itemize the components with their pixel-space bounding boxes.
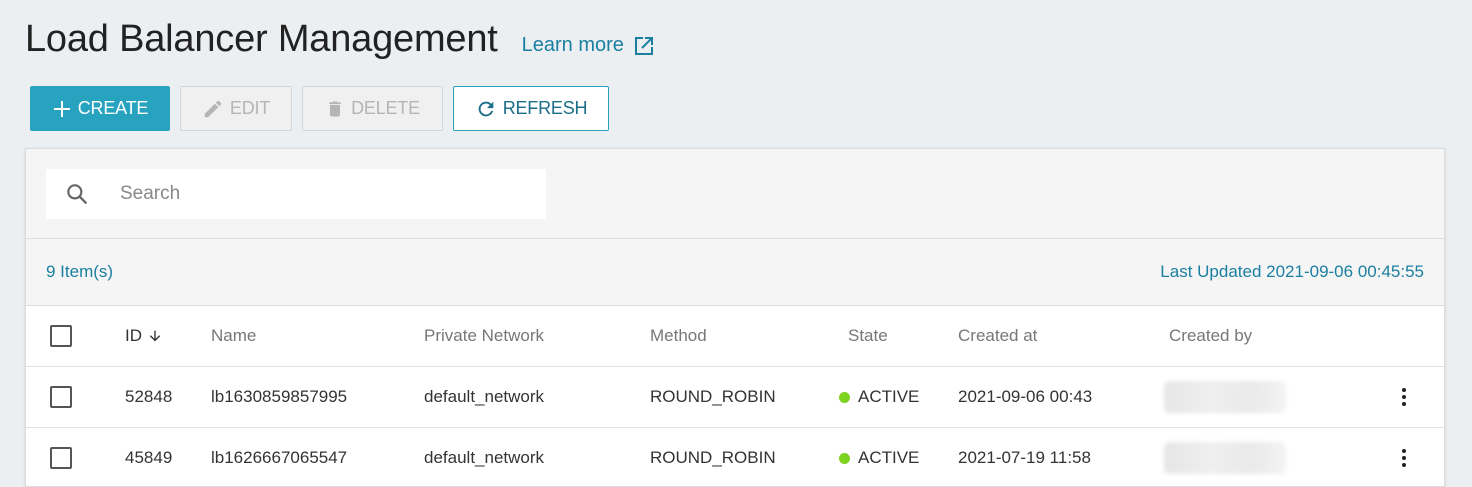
table-row[interactable]: 45849 lb1626667065547 default_network RO…	[26, 428, 1444, 487]
column-header-method[interactable]: Method	[650, 326, 707, 346]
row-created-by-redacted	[1164, 381, 1286, 413]
status-dot	[839, 452, 850, 464]
row-state-label: ACTIVE	[858, 387, 920, 406]
external-link-icon	[634, 36, 653, 55]
row-name: lb1626667065547	[211, 448, 348, 467]
status-dot	[839, 391, 850, 403]
refresh-icon	[478, 101, 494, 116]
trash-icon	[329, 101, 341, 116]
row-created-at: 2021-07-19 11:58	[958, 448, 1091, 467]
refresh-button[interactable]: REFRESH	[453, 86, 609, 131]
row-created-at: 2021-09-06 00:43	[958, 387, 1093, 406]
row-state: ACTIVE	[839, 448, 919, 468]
refresh-label: REFRESH	[502, 98, 588, 118]
load-balancer-table: ID Name Private Network Method State Cre…	[26, 306, 1444, 487]
toolbar: CREATE EDIT DELETE REFRESH	[30, 86, 609, 131]
kebab-menu-icon[interactable]	[1398, 384, 1410, 410]
search-icon	[67, 184, 87, 204]
filter-area	[26, 149, 1444, 239]
delete-label: DELETE	[351, 98, 420, 118]
edit-label: EDIT	[229, 98, 271, 118]
plus-icon	[53, 100, 70, 117]
learn-more-link[interactable]: Learn more	[522, 34, 656, 58]
kebab-menu-icon[interactable]	[1398, 445, 1410, 471]
item-count: 9 Item(s)	[46, 262, 114, 281]
table-header-row: ID Name Private Network Method State Cre…	[26, 306, 1444, 367]
arrow-down-icon	[149, 330, 161, 342]
row-method: ROUND_ROBIN	[650, 387, 776, 406]
search-box	[46, 169, 546, 219]
table-row[interactable]: 52848 lb1630859857995 default_network RO…	[26, 367, 1444, 428]
create-label: CREATE	[77, 98, 149, 118]
learn-more-label: Learn more	[521, 34, 624, 56]
row-id: 52848	[125, 387, 173, 406]
row-state: ACTIVE	[839, 387, 919, 407]
page-title: Load Balancer Management	[25, 18, 498, 60]
column-header-state[interactable]: State	[848, 326, 888, 346]
column-header-created-by[interactable]: Created by	[1169, 326, 1252, 346]
row-id: 45849	[125, 448, 173, 467]
row-checkbox[interactable]	[50, 447, 72, 469]
delete-button[interactable]: DELETE	[302, 86, 443, 131]
row-state-label: ACTIVE	[858, 448, 920, 467]
row-name: lb1630859857995	[211, 387, 348, 406]
select-all-checkbox[interactable]	[50, 325, 72, 347]
row-network: default_network	[424, 448, 545, 467]
row-created-by-redacted	[1164, 442, 1286, 474]
last-updated: Last Updated 2021-09-06 00:45:55	[1160, 262, 1424, 281]
column-header-network[interactable]: Private Network	[424, 326, 544, 346]
page-header: Load Balancer Management Learn more	[25, 18, 656, 61]
column-header-created-at[interactable]: Created at	[958, 326, 1037, 346]
edit-button[interactable]: EDIT	[180, 86, 292, 131]
row-checkbox[interactable]	[50, 386, 72, 408]
pencil-icon	[204, 100, 222, 117]
create-button[interactable]: CREATE	[30, 86, 170, 131]
load-balancer-panel: 9 Item(s) Last Updated 2021-09-06 00:45:…	[25, 148, 1445, 487]
row-network: default_network	[424, 387, 545, 406]
column-header-id[interactable]: ID	[125, 326, 163, 346]
row-method: ROUND_ROBIN	[650, 448, 776, 467]
column-header-name[interactable]: Name	[211, 326, 256, 346]
search-input[interactable]	[120, 183, 500, 205]
info-bar: 9 Item(s) Last Updated 2021-09-06 00:45:…	[26, 239, 1444, 306]
column-header-id-label: ID	[125, 326, 142, 345]
